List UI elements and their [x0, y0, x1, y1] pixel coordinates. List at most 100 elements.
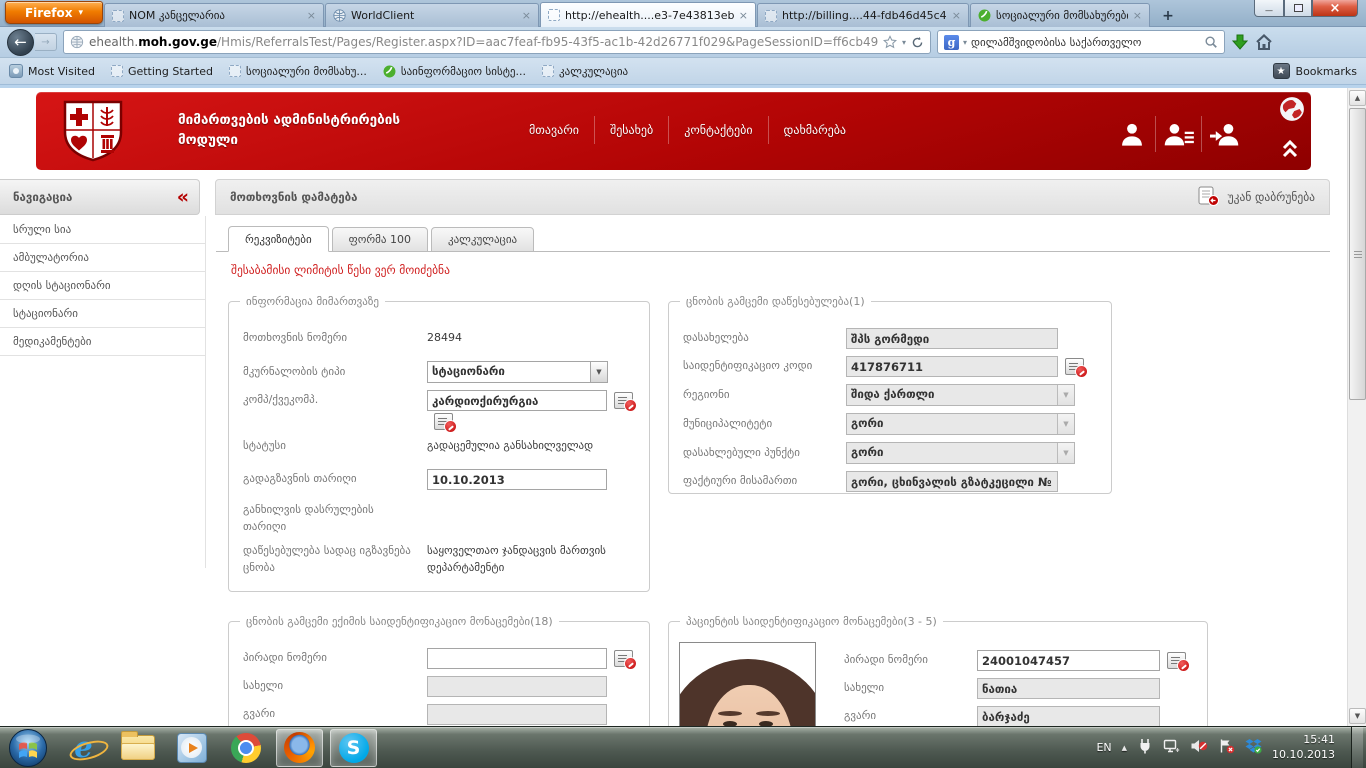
nav-home[interactable]: მთავარი: [514, 116, 594, 144]
power-plug-icon[interactable]: [1137, 738, 1153, 757]
start-button[interactable]: [8, 728, 48, 768]
network-icon[interactable]: [1163, 738, 1180, 757]
home-icon[interactable]: [1255, 33, 1273, 51]
url-dropdown-icon[interactable]: [902, 38, 906, 47]
bookmark-most-visited[interactable]: Most Visited: [9, 64, 95, 78]
field-label: გვარი: [844, 708, 977, 725]
taskbar-media-player-icon[interactable]: [168, 729, 215, 767]
lookup-icon[interactable]: [614, 392, 633, 409]
taskbar-chrome-icon[interactable]: [222, 729, 269, 767]
tab-close-icon[interactable]: [522, 9, 531, 22]
firefox-menu-button[interactable]: Firefox: [5, 1, 103, 24]
treatment-type-select[interactable]: სტაციონარი: [427, 361, 608, 383]
sidebar-item-day-hospital[interactable]: დღის სტაციონარი: [0, 272, 205, 300]
browser-tab-4[interactable]: http://billing....44-fdb46d45c493: [757, 3, 969, 27]
tab-close-icon[interactable]: [952, 9, 961, 22]
downloads-icon[interactable]: [1231, 33, 1249, 51]
taskbar-internet-explorer-icon[interactable]: e: [60, 729, 107, 767]
taskbar-firefox-icon-active[interactable]: [276, 729, 323, 767]
header-nav: მთავარი შესახებ კონტაქტები დახმარება: [514, 116, 861, 144]
patient-first-name-input: [977, 678, 1160, 699]
bookmarks-menu-button[interactable]: Bookmarks: [1273, 63, 1357, 79]
vertical-scrollbar[interactable]: [1347, 88, 1366, 726]
browser-tab-2[interactable]: WorldClient: [325, 3, 539, 27]
back-button[interactable]: [7, 29, 34, 56]
url-text[interactable]: ehealth.moh.gov.ge/Hmis/ReferralsTest/Pa…: [89, 35, 878, 49]
chevron-down-icon[interactable]: [590, 362, 607, 382]
bookmark-star-icon[interactable]: [883, 35, 897, 49]
doctor-personal-number-input[interactable]: [427, 648, 607, 669]
default-favicon: [111, 65, 123, 77]
fieldset-legend: ცნობის გამცემი ექიმის საიდენტიფიკაციო მო…: [240, 614, 559, 629]
clear-lookup-icon[interactable]: [434, 413, 453, 430]
app-title: მიმართვების ადმინისტრირების მოდული: [178, 110, 400, 151]
sidebar-item-full-list[interactable]: სრული სია: [0, 216, 205, 244]
scrollbar-thumb[interactable]: [1349, 108, 1366, 400]
hidden-icons-chevron[interactable]: [1122, 744, 1127, 752]
patient-personal-number-input[interactable]: [977, 650, 1160, 671]
sent-date-input[interactable]: [427, 469, 607, 490]
tab-calculation[interactable]: კალკულაცია: [431, 227, 534, 252]
search-bar[interactable]: დილამშვიდობისა საქართველო: [937, 30, 1225, 54]
forward-button[interactable]: [35, 33, 57, 51]
tab-close-icon[interactable]: [739, 9, 748, 22]
search-engine-dropdown-icon[interactable]: [963, 38, 967, 47]
maximize-button[interactable]: [1284, 0, 1312, 17]
new-tab-button[interactable]: +: [1155, 6, 1181, 25]
nav-contacts[interactable]: კონტაქტები: [668, 116, 767, 144]
web-page: მიმართვების ადმინისტრირების მოდული მთავა…: [0, 85, 1366, 726]
green-site-favicon: [383, 65, 396, 78]
screen: Firefox NOM კანცელარია WorldClient http:…: [0, 0, 1366, 768]
browser-tab-1[interactable]: NOM კანცელარია: [104, 3, 324, 27]
scroll-down-icon[interactable]: [1349, 708, 1366, 724]
show-desktop-button[interactable]: [1351, 727, 1363, 768]
tab-close-icon[interactable]: [1133, 9, 1142, 22]
minimize-button[interactable]: [1254, 0, 1284, 17]
language-globe-icon[interactable]: [1279, 96, 1305, 125]
reload-icon[interactable]: [911, 36, 924, 49]
select-value: გორი: [847, 443, 1057, 463]
url-bar[interactable]: ehealth.moh.gov.ge/Hmis/ReferralsTest/Pa…: [63, 30, 931, 54]
bookmark-social-service[interactable]: სოციალური მომსახუ...: [229, 65, 367, 78]
user-profile-icon[interactable]: [1109, 116, 1155, 152]
tab-form-100[interactable]: ფორმა 100: [332, 227, 428, 252]
browser-tab-3-active[interactable]: http://ehealth....e3-7e43813eb2e6: [540, 2, 756, 27]
sidebar-item-hospital[interactable]: სტაციონარი: [0, 300, 205, 328]
volume-muted-icon[interactable]: [1190, 738, 1208, 757]
sidebar-item-medications[interactable]: მედიკამენტები: [0, 328, 205, 356]
taskbar-clock[interactable]: 15:41 10.10.2013: [1272, 733, 1335, 763]
sidebar-collapse-icon[interactable]: «: [177, 188, 186, 207]
user-list-icon[interactable]: [1155, 116, 1201, 152]
nav-help[interactable]: დახმარება: [768, 116, 862, 144]
search-input-value[interactable]: დილამშვიდობისა საქართველო: [971, 36, 1200, 49]
bookmark-calculation[interactable]: კალკულაცია: [542, 65, 628, 78]
globe-favicon: [333, 9, 346, 22]
collapse-header-chevron-icon[interactable]: [1280, 138, 1300, 163]
dropbox-icon[interactable]: [1245, 738, 1262, 757]
lookup-icon[interactable]: [1167, 652, 1186, 669]
taskbar-skype-icon-active[interactable]: [330, 729, 377, 767]
scroll-up-icon[interactable]: [1349, 90, 1366, 106]
patient-fieldset: პაციენტის საიდენტიფიკაციო მონაცემები(3 -…: [668, 621, 1208, 726]
settlement-select: გორი: [846, 442, 1075, 464]
sidebar-item-ambulatory[interactable]: ამბულატორია: [0, 244, 205, 272]
taskbar-explorer-folder-icon[interactable]: [114, 729, 161, 767]
lookup-icon[interactable]: [1065, 358, 1084, 375]
browser-tab-5[interactable]: სოციალური მომსახურების საა...: [970, 3, 1150, 27]
bookmark-getting-started[interactable]: Getting Started: [111, 65, 213, 78]
tab-requisites[interactable]: რეკვიზიტები: [228, 226, 329, 252]
bookmark-information-system[interactable]: საინფორმაციო სისტე...: [383, 65, 526, 78]
component-input[interactable]: [427, 390, 607, 411]
doctor-last-name-input: [427, 704, 607, 725]
close-button[interactable]: [1312, 0, 1358, 17]
lookup-icon[interactable]: [614, 650, 633, 667]
action-center-flag-icon[interactable]: [1218, 738, 1235, 757]
tab-close-icon[interactable]: [307, 9, 316, 22]
user-login-arrow-icon[interactable]: [1201, 116, 1247, 152]
site-identity-globe-icon[interactable]: [70, 35, 84, 49]
search-magnifier-icon[interactable]: [1204, 35, 1218, 49]
google-search-engine-icon[interactable]: [944, 35, 959, 50]
nav-about[interactable]: შესახებ: [594, 116, 668, 144]
go-back-button[interactable]: უკან დაბრუნება: [1198, 186, 1315, 209]
language-indicator[interactable]: EN: [1096, 741, 1111, 754]
